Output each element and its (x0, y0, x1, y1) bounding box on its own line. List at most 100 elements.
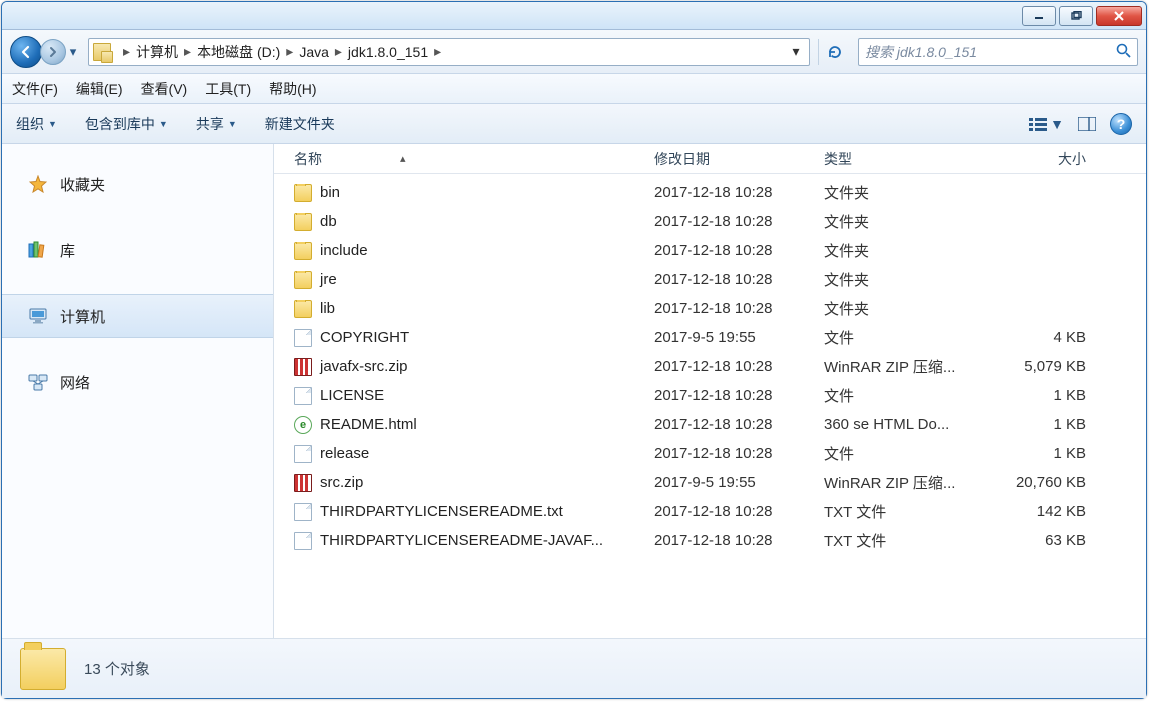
menu-help[interactable]: 帮助(H) (269, 79, 316, 99)
sidebar-item-network[interactable]: 网络 (2, 360, 273, 404)
file-icon (294, 445, 312, 463)
file-name: jre (320, 271, 337, 288)
menu-edit[interactable]: 编辑(E) (76, 79, 123, 99)
file-row[interactable]: javafx-src.zip2017-12-18 10:28WinRAR ZIP… (274, 352, 1146, 381)
minimize-icon (1034, 11, 1044, 21)
maximize-button[interactable] (1059, 6, 1093, 26)
nav-history-dropdown[interactable]: ▾ (66, 42, 80, 62)
refresh-button[interactable] (818, 39, 850, 65)
folder-icon (294, 184, 312, 202)
file-name: release (320, 445, 369, 462)
file-date: 2017-12-18 10:28 (654, 503, 824, 520)
sidebar-item-favorites[interactable]: 收藏夹 (2, 162, 273, 206)
menu-file[interactable]: 文件(F) (12, 79, 58, 99)
libraries-icon (28, 240, 48, 260)
file-type: 文件夹 (824, 240, 994, 261)
column-header-size[interactable]: 大小 (994, 149, 1104, 169)
file-date: 2017-12-18 10:28 (654, 445, 824, 462)
chevron-down-icon: ▼ (159, 119, 168, 129)
computer-icon (28, 306, 48, 326)
organize-button[interactable]: 组织 ▼ (16, 114, 57, 134)
file-name: bin (320, 184, 340, 201)
file-type: 文件 (824, 327, 994, 348)
navigation-pane: 收藏夹 库 计算机 网络 (2, 144, 274, 638)
file-type: TXT 文件 (824, 530, 994, 551)
folder-icon (294, 213, 312, 231)
close-button[interactable] (1096, 6, 1142, 26)
column-header-date[interactable]: 修改日期 (654, 149, 824, 169)
include-in-library-button[interactable]: 包含到库中 ▼ (85, 114, 168, 134)
column-header-type[interactable]: 类型 (824, 149, 994, 169)
nav-buttons: ▾ (10, 36, 80, 68)
file-date: 2017-12-18 10:28 (654, 242, 824, 259)
file-row[interactable]: THIRDPARTYLICENSEREADME-JAVAF...2017-12-… (274, 526, 1146, 555)
sidebar-item-libraries[interactable]: 库 (2, 228, 273, 272)
file-date: 2017-9-5 19:55 (654, 474, 824, 491)
search-placeholder: 搜索 jdk1.8.0_151 (865, 42, 977, 62)
window-controls (1022, 6, 1142, 26)
chevron-down-icon: ▼ (48, 119, 57, 129)
file-row[interactable]: jre 2017-12-18 10:28文件夹 (274, 265, 1146, 294)
chevron-right-icon: ▸ (434, 43, 441, 60)
network-icon (28, 372, 48, 392)
address-bar[interactable]: ▸ 计算机 ▸ 本地磁盘 (D:) ▸ Java ▸ jdk1.8.0_151 … (88, 38, 810, 66)
folder-icon (20, 648, 66, 690)
folder-icon (294, 242, 312, 260)
file-row[interactable]: bin2017-12-18 10:28文件夹 (274, 178, 1146, 207)
help-button[interactable]: ? (1110, 113, 1132, 135)
sidebar-item-computer[interactable]: 计算机 (2, 294, 273, 338)
file-row[interactable]: include2017-12-18 10:28文件夹 (274, 236, 1146, 265)
file-row[interactable]: README.html2017-12-18 10:28360 se HTML D… (274, 410, 1146, 439)
title-bar (2, 2, 1146, 30)
file-type: 文件 (824, 385, 994, 406)
file-type: 文件夹 (824, 269, 994, 290)
file-name: javafx-src.zip (320, 358, 408, 375)
arrow-left-icon (18, 44, 34, 60)
view-list-icon (1029, 117, 1047, 131)
chevron-right-icon: ▸ (335, 43, 342, 60)
file-name: THIRDPARTYLICENSEREADME-JAVAF... (320, 532, 603, 549)
menu-view[interactable]: 查看(V) (141, 79, 188, 99)
search-input[interactable]: 搜索 jdk1.8.0_151 (858, 38, 1138, 66)
breadcrumb-computer[interactable]: 计算机 (136, 42, 178, 62)
breadcrumb-drive[interactable]: 本地磁盘 (D:) (197, 42, 280, 62)
file-size: 4 KB (994, 329, 1104, 346)
column-header-name[interactable]: 名称 ▴ (294, 149, 654, 169)
breadcrumb-jdk[interactable]: jdk1.8.0_151 (348, 44, 428, 60)
minimize-button[interactable] (1022, 6, 1056, 26)
file-type: 文件夹 (824, 298, 994, 319)
chevron-down-icon: ▼ (1050, 116, 1064, 132)
breadcrumb-java[interactable]: Java (299, 44, 329, 60)
file-row[interactable]: LICENSE2017-12-18 10:28文件1 KB (274, 381, 1146, 410)
file-size: 5,079 KB (994, 358, 1104, 375)
share-button[interactable]: 共享 ▼ (196, 114, 237, 134)
view-options-button[interactable]: ▼ (1029, 116, 1064, 132)
menu-tools[interactable]: 工具(T) (205, 79, 251, 99)
file-size: 20,760 KB (994, 474, 1104, 491)
folder-icon (93, 43, 111, 61)
file-name: README.html (320, 416, 417, 433)
file-row[interactable]: release2017-12-18 10:28文件1 KB (274, 439, 1146, 468)
file-type: 360 se HTML Do... (824, 416, 994, 433)
column-headers: 名称 ▴ 修改日期 类型 大小 (274, 144, 1146, 174)
chevron-right-icon: ▸ (123, 43, 130, 60)
file-row[interactable]: lib2017-12-18 10:28文件夹 (274, 294, 1146, 323)
file-row[interactable]: db2017-12-18 10:28文件夹 (274, 207, 1146, 236)
search-icon[interactable] (1115, 42, 1131, 61)
preview-pane-button[interactable] (1078, 117, 1096, 131)
file-row[interactable]: THIRDPARTYLICENSEREADME.txt2017-12-18 10… (274, 497, 1146, 526)
zip-icon (294, 474, 312, 492)
file-date: 2017-12-18 10:28 (654, 271, 824, 288)
file-type: WinRAR ZIP 压缩... (824, 472, 994, 493)
folder-icon (294, 300, 312, 318)
file-row[interactable]: src.zip 2017-9-5 19:55WinRAR ZIP 压缩...20,… (274, 468, 1146, 497)
file-icon (294, 532, 312, 550)
command-bar: 组织 ▼ 包含到库中 ▼ 共享 ▼ 新建文件夹 ▼ ? (2, 104, 1146, 144)
new-folder-button[interactable]: 新建文件夹 (265, 114, 335, 134)
forward-button[interactable] (40, 39, 66, 65)
file-row[interactable]: COPYRIGHT2017-9-5 19:55文件4 KB (274, 323, 1146, 352)
file-name: src.zip (320, 474, 363, 491)
file-size: 63 KB (994, 532, 1104, 549)
address-dropdown[interactable]: ▾ (787, 43, 805, 60)
back-button[interactable] (10, 36, 42, 68)
